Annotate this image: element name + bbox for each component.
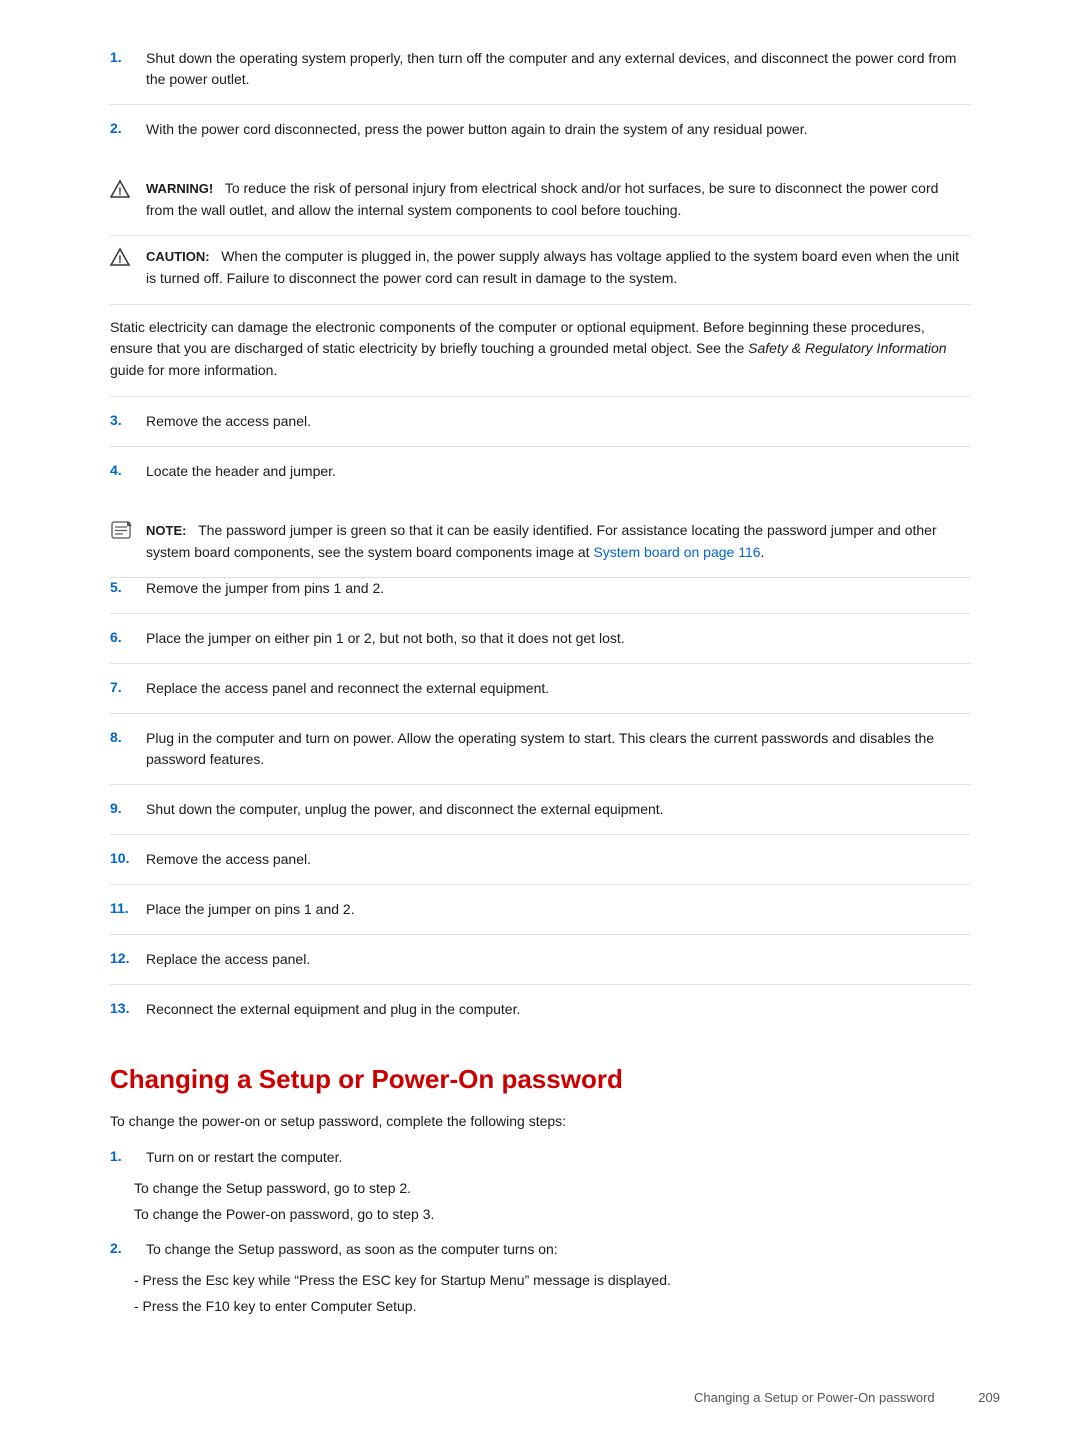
footer-page-number: 209 [978,1390,1000,1405]
step-number: 3. [110,411,146,428]
svg-text:!: ! [118,186,122,198]
note-label: NOTE: [146,523,186,538]
step-text: Shut down the operating system properly,… [146,48,970,90]
step-text: Turn on or restart the computer. [146,1147,970,1168]
sub-step-item: To change the Setup password, go to step… [134,1178,434,1200]
list-item: 1. Shut down the operating system proper… [110,48,970,105]
step-number: 2. [110,1239,146,1256]
page-footer: Changing a Setup or Power-On password 20… [694,1390,1000,1405]
step-number: 8. [110,728,146,745]
step-number: 1. [110,48,146,65]
caution-label: CAUTION: [146,249,210,264]
step-text: Place the jumper on either pin 1 or 2, b… [146,628,970,649]
caution-content: CAUTION: When the computer is plugged in… [146,246,970,289]
sub-step-group: - Press the Esc key while “Press the ESC… [134,1266,671,1317]
step-text: Remove the access panel. [146,849,970,870]
caution-icon: ! [110,246,146,267]
step-text: Replace the access panel and reconnect t… [146,678,970,699]
step-number: 13. [110,999,146,1016]
caution-box: ! CAUTION: When the computer is plugged … [110,236,970,304]
list-item: 13. Reconnect the external equipment and… [110,999,970,1034]
note-box: NOTE: The password jumper is green so th… [110,510,970,578]
list-item: 6. Place the jumper on either pin 1 or 2… [110,628,970,664]
step-number: 4. [110,461,146,478]
warning-box: ! WARNING! To reduce the risk of persona… [110,168,970,236]
section-heading: Changing a Setup or Power-On password [110,1064,970,1095]
step-text: Plug in the computer and turn on power. … [146,728,970,770]
step-text: Remove the access panel. [146,411,970,432]
warning-icon: ! [110,178,146,199]
list-item: 4. Locate the header and jumper. [110,461,970,496]
footer-left: Changing a Setup or Power-On password [694,1390,935,1405]
step-number: 6. [110,628,146,645]
sub-step-group: To change the Setup password, go to step… [134,1174,434,1225]
static-electricity-para: Static electricity can damage the electr… [110,317,970,397]
step-text: Locate the header and jumper. [146,461,970,482]
system-board-link[interactable]: System board on page 116 [593,544,760,560]
steps-list-3: 5. Remove the jumper from pins 1 and 2. … [110,578,970,1034]
step-number: 7. [110,678,146,695]
list-item: 2. To change the Setup password, as soon… [110,1239,970,1317]
warning-content: WARNING! To reduce the risk of personal … [146,178,970,221]
warning-label: WARNING! [146,181,213,196]
list-item: 1. Turn on or restart the computer. To c… [110,1147,970,1225]
section-steps-list: 1. Turn on or restart the computer. To c… [110,1147,970,1318]
note-icon [110,520,146,540]
caution-text: When the computer is plugged in, the pow… [146,248,959,286]
steps-list-1: 1. Shut down the operating system proper… [110,48,970,154]
list-item: 12. Replace the access panel. [110,949,970,985]
sub-step-item: - Press the F10 key to enter Computer Se… [134,1296,671,1318]
list-item: 11. Place the jumper on pins 1 and 2. [110,899,970,935]
list-item: 5. Remove the jumper from pins 1 and 2. [110,578,970,614]
list-item: 3. Remove the access panel. [110,411,970,447]
list-item: 7. Replace the access panel and reconnec… [110,678,970,714]
sub-step-item: - Press the Esc key while “Press the ESC… [134,1270,671,1292]
step-number: 12. [110,949,146,966]
step-number: 10. [110,849,146,866]
step-number: 1. [110,1147,146,1164]
step-text: Reconnect the external equipment and plu… [146,999,970,1020]
svg-text:!: ! [118,254,122,266]
step-text: Remove the jumper from pins 1 and 2. [146,578,970,599]
page-content: 1. Shut down the operating system proper… [110,48,970,1318]
step-number: 2. [110,119,146,136]
section-intro: To change the power-on or setup password… [110,1111,970,1133]
step-text: Replace the access panel. [146,949,970,970]
list-item: 10. Remove the access panel. [110,849,970,885]
step-number: 5. [110,578,146,595]
step-text: Place the jumper on pins 1 and 2. [146,899,970,920]
step-text: Shut down the computer, unplug the power… [146,799,970,820]
step-number: 9. [110,799,146,816]
list-item: 8. Plug in the computer and turn on powe… [110,728,970,785]
step-text: To change the Setup password, as soon as… [146,1239,970,1260]
list-item: 2. With the power cord disconnected, pre… [110,119,970,154]
list-item: 9. Shut down the computer, unplug the po… [110,799,970,835]
note-content: NOTE: The password jumper is green so th… [146,520,970,563]
warning-text: To reduce the risk of personal injury fr… [146,180,938,218]
steps-list-2: 3. Remove the access panel. 4. Locate th… [110,411,970,496]
step-text: With the power cord disconnected, press … [146,119,970,140]
step-number: 11. [110,899,146,916]
sub-step-item: To change the Power-on password, go to s… [134,1204,434,1226]
